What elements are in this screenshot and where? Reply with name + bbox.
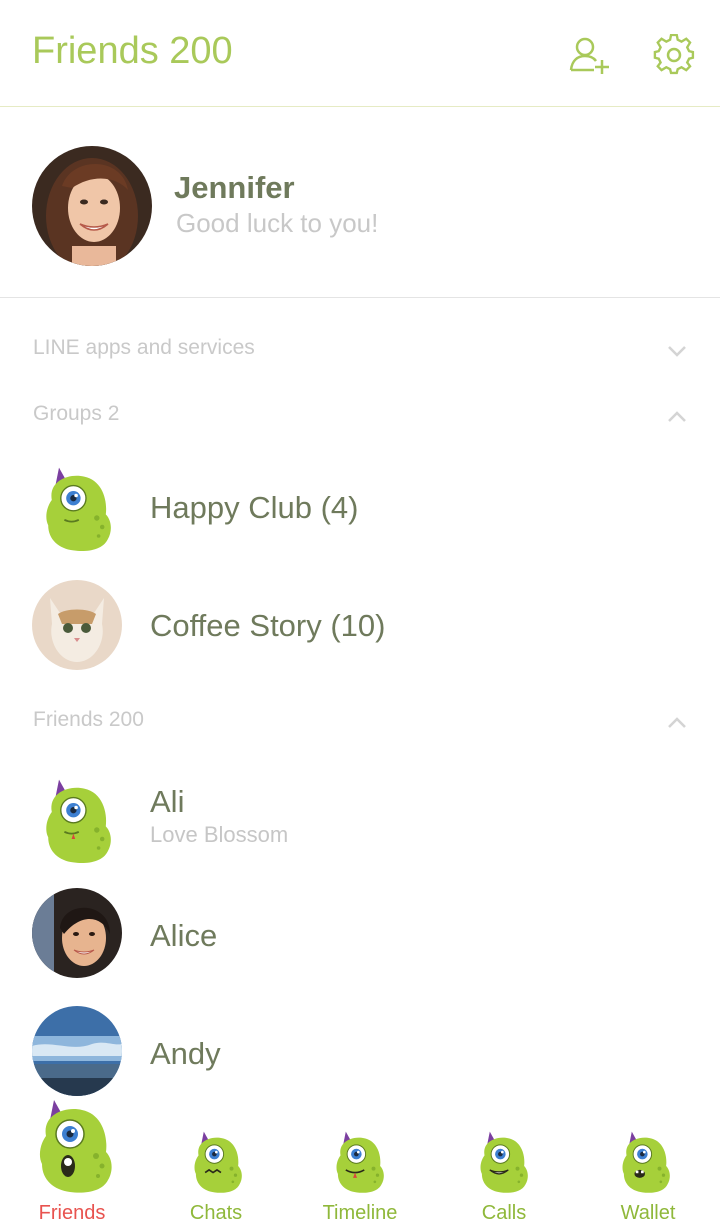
tab-wallet[interactable]: Wallet [576, 1090, 720, 1232]
tab-label: Wallet [620, 1202, 676, 1224]
section-label: Friends 200 [33, 708, 144, 731]
group-name: Happy Club (4) [150, 490, 359, 525]
profile-name: Jennifer [174, 170, 295, 205]
friend-name: Alice [150, 918, 218, 953]
friend-row-ali[interactable]: Ali Love Blossom [0, 766, 720, 876]
my-profile[interactable]: Jennifer Good luck to you! [0, 108, 720, 298]
tab-timeline[interactable]: Timeline [288, 1090, 432, 1232]
friend-row-alice[interactable]: Alice [0, 878, 720, 988]
group-row-happy-club[interactable]: Happy Club (4) [0, 454, 720, 564]
section-friends[interactable]: Friends 200 [0, 702, 720, 742]
monster-timeline-icon [326, 1126, 392, 1198]
monster-chats-icon [184, 1126, 250, 1198]
profile-status-message: Good luck to you! [176, 208, 379, 238]
sky-photo-avatar [32, 1006, 122, 1096]
page-title: Friends 200 [32, 30, 233, 72]
section-label: LINE apps and services [33, 336, 255, 359]
tab-calls[interactable]: Calls [432, 1090, 576, 1232]
woman-photo-avatar [32, 888, 122, 978]
monster-avatar-icon [32, 464, 122, 554]
profile-avatar [32, 146, 152, 266]
gear-icon [653, 33, 695, 75]
friend-name: Ali [150, 784, 185, 819]
tab-label: Calls [481, 1202, 527, 1224]
cat-photo-avatar [32, 580, 122, 670]
chevron-up-icon [668, 411, 686, 422]
add-friend-button[interactable] [568, 34, 610, 76]
bottom-tab-bar: Friends Chats Timeline Calls Wallet [0, 1090, 720, 1232]
group-row-coffee-story[interactable]: Coffee Story (10) [0, 570, 720, 680]
friend-name: Andy [150, 1036, 221, 1071]
tab-chats[interactable]: Chats [144, 1090, 288, 1232]
section-label: Groups 2 [33, 402, 120, 425]
monster-friends-icon [24, 1090, 124, 1202]
tab-friends[interactable]: Friends [0, 1090, 144, 1232]
monster-calls-icon [470, 1126, 536, 1198]
friend-status: Love Blossom [150, 822, 289, 847]
group-name: Coffee Story (10) [150, 608, 386, 643]
settings-button[interactable] [653, 33, 695, 76]
tab-label: Chats [189, 1202, 243, 1224]
chevron-up-icon [668, 717, 686, 728]
add-friend-icon [569, 37, 609, 74]
chevron-down-icon [668, 346, 686, 357]
tab-label: Friends [38, 1202, 106, 1224]
monster-avatar-icon [32, 776, 122, 866]
app-header: Friends 200 [0, 0, 720, 107]
section-line-apps[interactable]: LINE apps and services [0, 330, 720, 370]
monster-wallet-icon [612, 1126, 678, 1198]
section-groups[interactable]: Groups 2 [0, 396, 720, 436]
tab-label: Timeline [322, 1202, 398, 1224]
